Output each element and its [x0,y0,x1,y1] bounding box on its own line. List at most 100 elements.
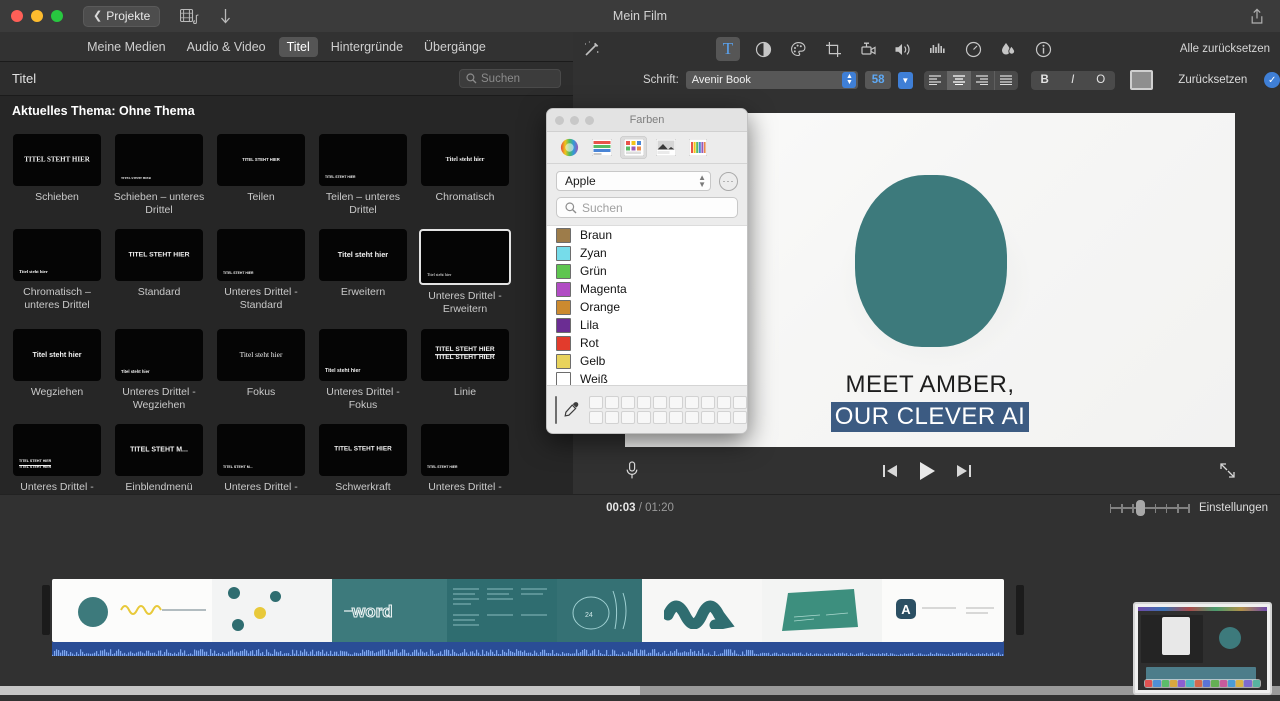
colors-list[interactable]: Braun Zyan Grün Magenta Orange Lila Rot Gelb Wei… [547,225,747,403]
clip-handle-left[interactable] [42,585,50,635]
color-list-item[interactable]: Rot [547,334,747,352]
colors-search-input[interactable]: Suchen [556,197,738,218]
palette-select[interactable]: Apple ▲ ▼ [556,171,711,191]
title-template-cell[interactable]: Titel steht hier Erweitern [312,229,414,328]
filters-icon[interactable] [996,37,1020,61]
title-template-cell[interactable]: Titel steht hier Unteres Drittel - Wegzie… [108,328,210,424]
color-list-item[interactable]: Lila [547,316,747,334]
timeline-clip-segment[interactable]: A [882,579,1004,642]
colors-panel[interactable]: Farben Apple ▲ ▼ ··· Suchen Braun Zyan G… [546,108,748,434]
bold-button[interactable]: B [1031,71,1059,90]
timeline[interactable]: word24A 5,1 s – M... ♪ [0,520,1280,701]
align-right-button[interactable] [971,71,995,90]
saved-swatch-slot[interactable] [685,395,699,409]
tab-titel[interactable]: Titel [278,36,318,57]
title-template-cell[interactable]: Titel steht hier Chromatisch – unteres Dr… [6,229,108,328]
color-list-item[interactable]: Zyan [547,244,747,262]
align-justify-button[interactable] [994,70,1018,90]
timeline-clip-segment[interactable] [52,579,212,642]
font-size-input[interactable]: 58 [865,71,891,89]
chevron-updown-icon[interactable]: ▲ ▼ [842,72,857,88]
title-line-2[interactable]: OUR CLEVER AI [830,402,1030,432]
download-arrow-icon[interactable] [219,8,232,25]
color-list-item[interactable]: Magenta [547,280,747,298]
color-palettes-tab[interactable] [620,136,647,159]
font-family-select[interactable]: Avenir Book ▲ ▼ [685,71,859,89]
timeline-clip-segment[interactable] [642,579,762,642]
primary-storyline[interactable]: word 24 A [42,579,1024,657]
title-tool-icon[interactable]: T [716,37,740,61]
media-import-icon[interactable] [180,8,199,24]
saved-swatch-slot[interactable] [621,395,635,409]
title-template-cell[interactable]: Titel steht hier Unteres Drittel - Erweit… [414,229,516,328]
tab-meine-medien[interactable]: Meine Medien [79,37,174,57]
saved-swatch-slot[interactable] [701,395,715,409]
color-list-item[interactable]: Braun [547,226,747,244]
title-template-cell[interactable]: TITEL STEHT HIER Teilen – unteres Drittel [312,134,414,229]
volume-icon[interactable] [891,37,915,61]
title-template-cell[interactable]: TITEL STEHT HIER Teilen [210,134,312,229]
timeline-clip-segment[interactable] [447,579,557,642]
text-color-well[interactable] [1129,70,1154,90]
skip-next-button[interactable] [956,463,972,479]
timeline-scrollbar-thumb[interactable] [0,686,640,695]
color-list-item[interactable]: Gelb [547,352,747,370]
saved-swatch-slot[interactable] [733,410,747,424]
library-search-input[interactable]: Suchen [459,69,561,88]
fullscreen-button[interactable] [1219,462,1236,479]
saved-swatch-slot[interactable] [589,410,603,424]
apply-title-button[interactable]: ✓ [1264,72,1280,88]
speed-icon[interactable] [961,37,985,61]
title-template-cell[interactable]: TITEL STEHT HIER TITEL STEHT HIER Linie [414,328,516,424]
saved-swatches-grid[interactable] [589,395,747,424]
current-theme-row[interactable]: Aktuelles Thema: Ohne Thema [0,96,573,126]
color-wheel-tab[interactable] [556,136,583,159]
palette-options-icon[interactable]: ··· [719,171,738,191]
reset-all-button[interactable]: Alle zurücksetzen [1180,43,1270,55]
saved-swatch-slot[interactable] [669,410,683,424]
outline-button[interactable]: O [1087,71,1115,90]
info-icon[interactable] [1031,37,1055,61]
saved-swatch-slot[interactable] [717,395,731,409]
saved-swatch-slot[interactable] [605,395,619,409]
share-icon[interactable] [1250,8,1264,25]
title-template-cell[interactable]: Titel steht hier Unteres Drittel - Fokus [312,328,414,424]
saved-swatch-slot[interactable] [589,395,603,409]
zoom-window-button[interactable] [51,10,63,22]
eyedropper-icon[interactable] [563,401,580,418]
current-color-well[interactable] [555,395,557,424]
saved-swatch-slot[interactable] [637,410,651,424]
skip-previous-button[interactable] [882,463,898,479]
timeline-clip-segment[interactable] [762,579,882,642]
title-template-cell[interactable]: TITEL STEHT HIER Unteres Drittel - Standa… [210,229,312,328]
zoom-knob[interactable] [1135,499,1145,516]
saved-swatch-slot[interactable] [685,410,699,424]
title-template-cell[interactable]: TITEL STEHT HIER Standard [108,229,210,328]
minimize-window-button[interactable] [31,10,43,22]
image-palettes-tab[interactable] [652,136,679,159]
saved-swatch-slot[interactable] [653,395,667,409]
saved-swatch-slot[interactable] [605,410,619,424]
timeline-clip-segment[interactable] [212,579,332,642]
saved-swatch-slot[interactable] [653,410,667,424]
color-list-item[interactable]: Orange [547,298,747,316]
screen-share-preview[interactable] [1133,602,1272,695]
color-sliders-tab[interactable] [588,136,615,159]
italic-button[interactable]: I [1059,71,1087,90]
title-template-cell[interactable]: Titel steht hier Wegziehen [6,328,108,424]
audio-waveform-band[interactable] [52,642,1004,656]
tab-uebergaenge[interactable]: Übergänge [416,37,494,57]
auto-enhance-icon[interactable] [583,41,600,58]
reset-text-button[interactable]: Zurücksetzen [1178,74,1247,86]
align-left-button[interactable] [924,71,948,90]
saved-swatch-slot[interactable] [669,395,683,409]
color-balance-icon[interactable] [751,37,775,61]
crop-icon[interactable] [821,37,845,61]
saved-swatch-slot[interactable] [701,410,715,424]
tab-hintergruende[interactable]: Hintergründe [323,37,411,57]
title-template-cell[interactable]: Titel steht hier Fokus [210,328,312,424]
stabilization-icon[interactable] [856,37,880,61]
font-size-dropdown-icon[interactable]: ▼ [897,71,913,89]
play-button[interactable] [918,461,936,481]
timeline-zoom-slider[interactable] [1109,499,1190,516]
